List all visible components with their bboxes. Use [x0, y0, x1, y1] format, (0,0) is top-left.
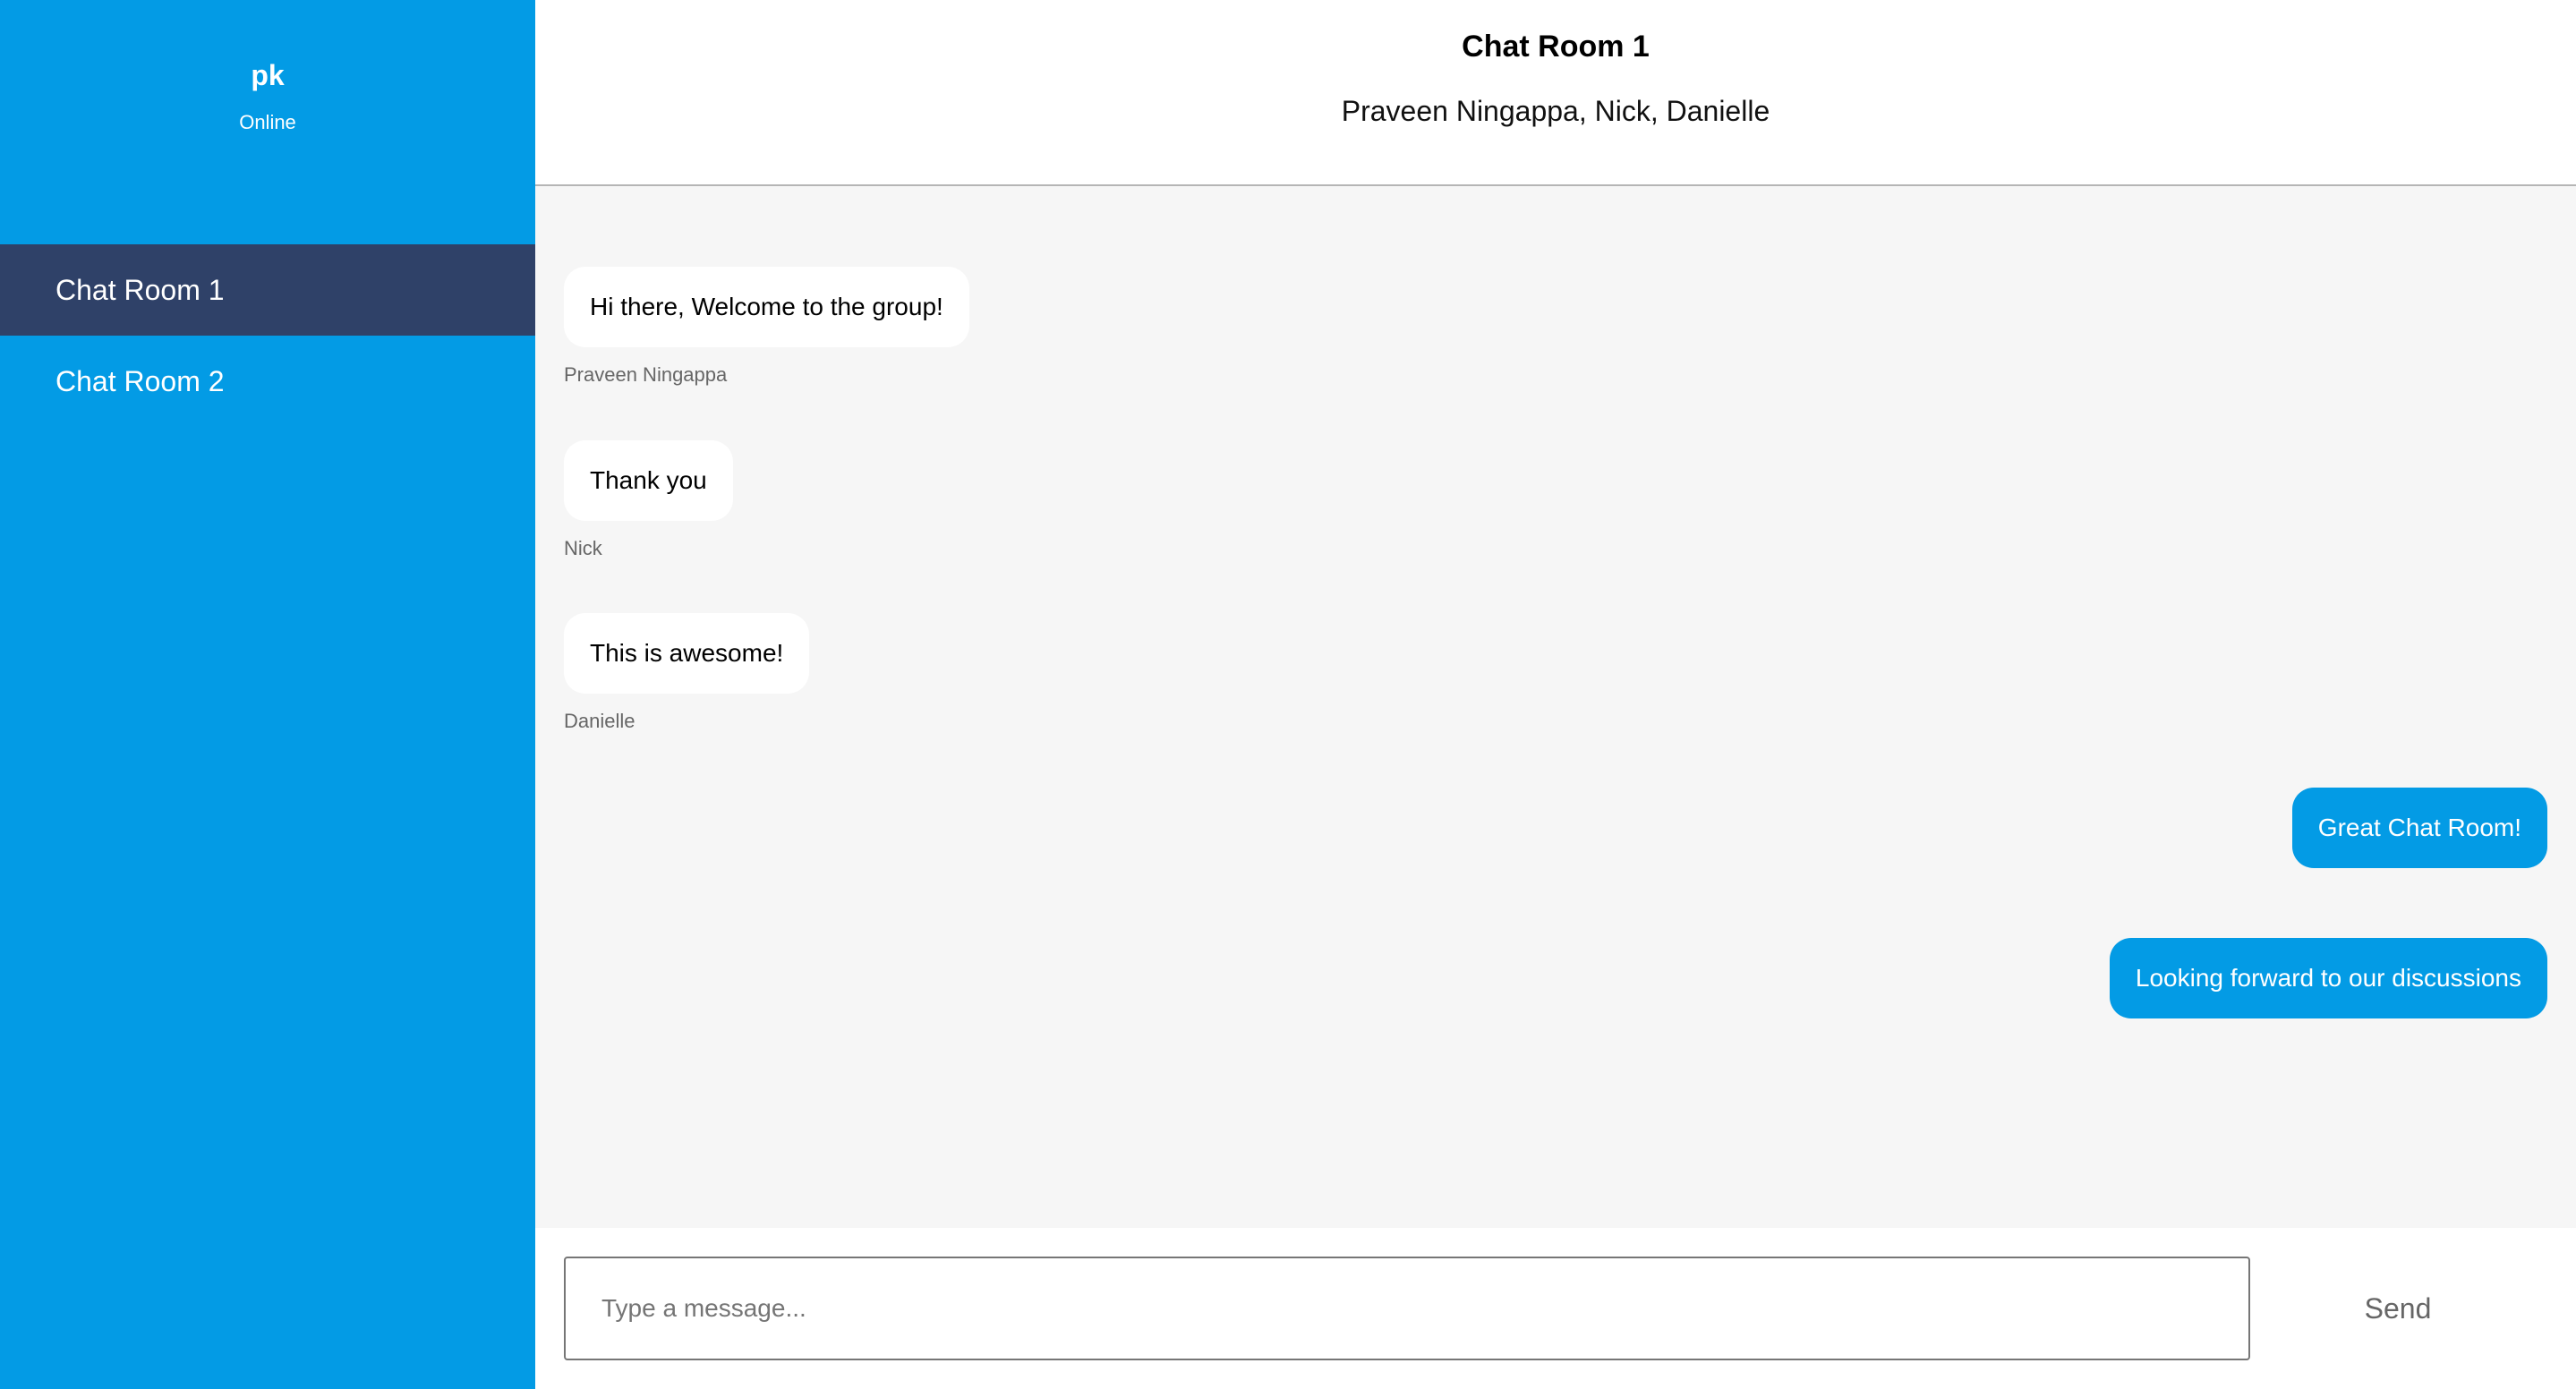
room-item-label: Chat Room 1 [55, 273, 225, 306]
chat-app: pk Online Chat Room 1 Chat Room 2 Chat R… [0, 0, 2576, 1389]
message-bubble: Thank you [564, 440, 733, 521]
message-bubble: Hi there, Welcome to the group! [564, 267, 969, 347]
message-item: Thank you Nick [564, 440, 733, 560]
sidebar: pk Online Chat Room 1 Chat Room 2 [0, 0, 535, 1389]
message-bubble: This is awesome! [564, 613, 810, 694]
message-sender: Praveen Ningappa [564, 363, 728, 386]
message-sender: Danielle [564, 710, 635, 732]
room-members: Praveen Ningappa, Nick, Danielle [1341, 95, 1770, 127]
message-composer: Send [535, 1228, 2576, 1389]
send-button[interactable]: Send [2250, 1257, 2546, 1360]
own-message-item: Looking forward to our discussions [2109, 938, 2547, 1018]
message-list[interactable]: Hi there, Welcome to the group! Praveen … [535, 186, 2576, 1228]
own-message-bubble: Great Chat Room! [2291, 788, 2547, 868]
message-sender: Nick [564, 537, 602, 559]
room-list: Chat Room 1 Chat Room 2 [0, 244, 535, 427]
room-item-chat-room-1[interactable]: Chat Room 1 [0, 244, 535, 336]
chat-main: Chat Room 1 Praveen Ningappa, Nick, Dani… [535, 0, 2576, 1389]
message-item: This is awesome! Danielle [564, 613, 810, 733]
user-profile: pk Online [0, 0, 535, 244]
user-status: Online [239, 111, 296, 133]
room-item-chat-room-2[interactable]: Chat Room 2 [0, 336, 535, 427]
message-input[interactable] [564, 1257, 2250, 1360]
user-name: pk [251, 59, 285, 91]
message-item: Hi there, Welcome to the group! Praveen … [564, 267, 969, 387]
chat-header: Chat Room 1 Praveen Ningappa, Nick, Dani… [535, 0, 2576, 186]
own-message-bubble: Looking forward to our discussions [2109, 938, 2547, 1018]
own-message-item: Great Chat Room! [2291, 788, 2547, 868]
room-item-label: Chat Room 2 [55, 364, 225, 397]
room-title: Chat Room 1 [1462, 30, 1650, 64]
